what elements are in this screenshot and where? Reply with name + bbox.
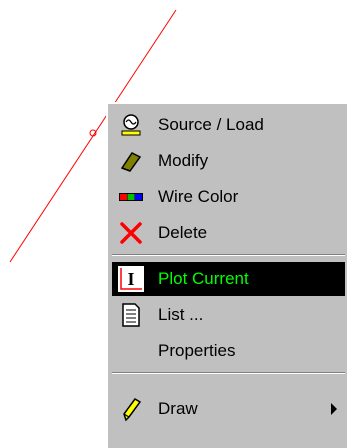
menu-item-label: Plot Current bbox=[158, 269, 249, 288]
menu-item-label: Source / Load bbox=[158, 115, 264, 134]
menu-separator bbox=[112, 372, 345, 374]
wire-color-icon bbox=[119, 193, 143, 201]
source-load-icon bbox=[121, 114, 141, 136]
menu-separator bbox=[112, 254, 345, 256]
menu-item-properties[interactable]: Properties bbox=[112, 334, 345, 368]
menu-item-label: Draw bbox=[158, 399, 198, 418]
delete-x-icon bbox=[120, 222, 142, 244]
list-document-icon bbox=[122, 303, 140, 327]
submenu-arrow-icon bbox=[331, 403, 337, 415]
menu-item-label: Properties bbox=[158, 341, 236, 360]
menu-item-label: Wire Color bbox=[158, 187, 239, 206]
menu-item-label: List ... bbox=[158, 305, 204, 324]
menu-item-modify[interactable]: Modify bbox=[112, 144, 345, 178]
menu-item-plot-current[interactable]: I Plot Current bbox=[112, 262, 345, 296]
menu-item-list[interactable]: List ... bbox=[112, 298, 345, 332]
svg-text:I: I bbox=[127, 269, 134, 289]
pencil-icon bbox=[123, 398, 142, 422]
context-menu: Source / Load Modify Wire Color Delete I… bbox=[106, 102, 347, 448]
menu-item-label: Modify bbox=[158, 151, 209, 170]
menu-item-delete[interactable]: Delete bbox=[112, 216, 345, 250]
menu-item-draw[interactable]: Draw bbox=[112, 392, 345, 426]
menu-item-source-load[interactable]: Source / Load bbox=[112, 108, 345, 142]
menu-item-label: Delete bbox=[158, 223, 208, 242]
eraser-icon bbox=[120, 152, 142, 172]
plot-current-icon: I bbox=[118, 266, 144, 292]
menu-item-wire-color[interactable]: Wire Color bbox=[112, 180, 345, 214]
